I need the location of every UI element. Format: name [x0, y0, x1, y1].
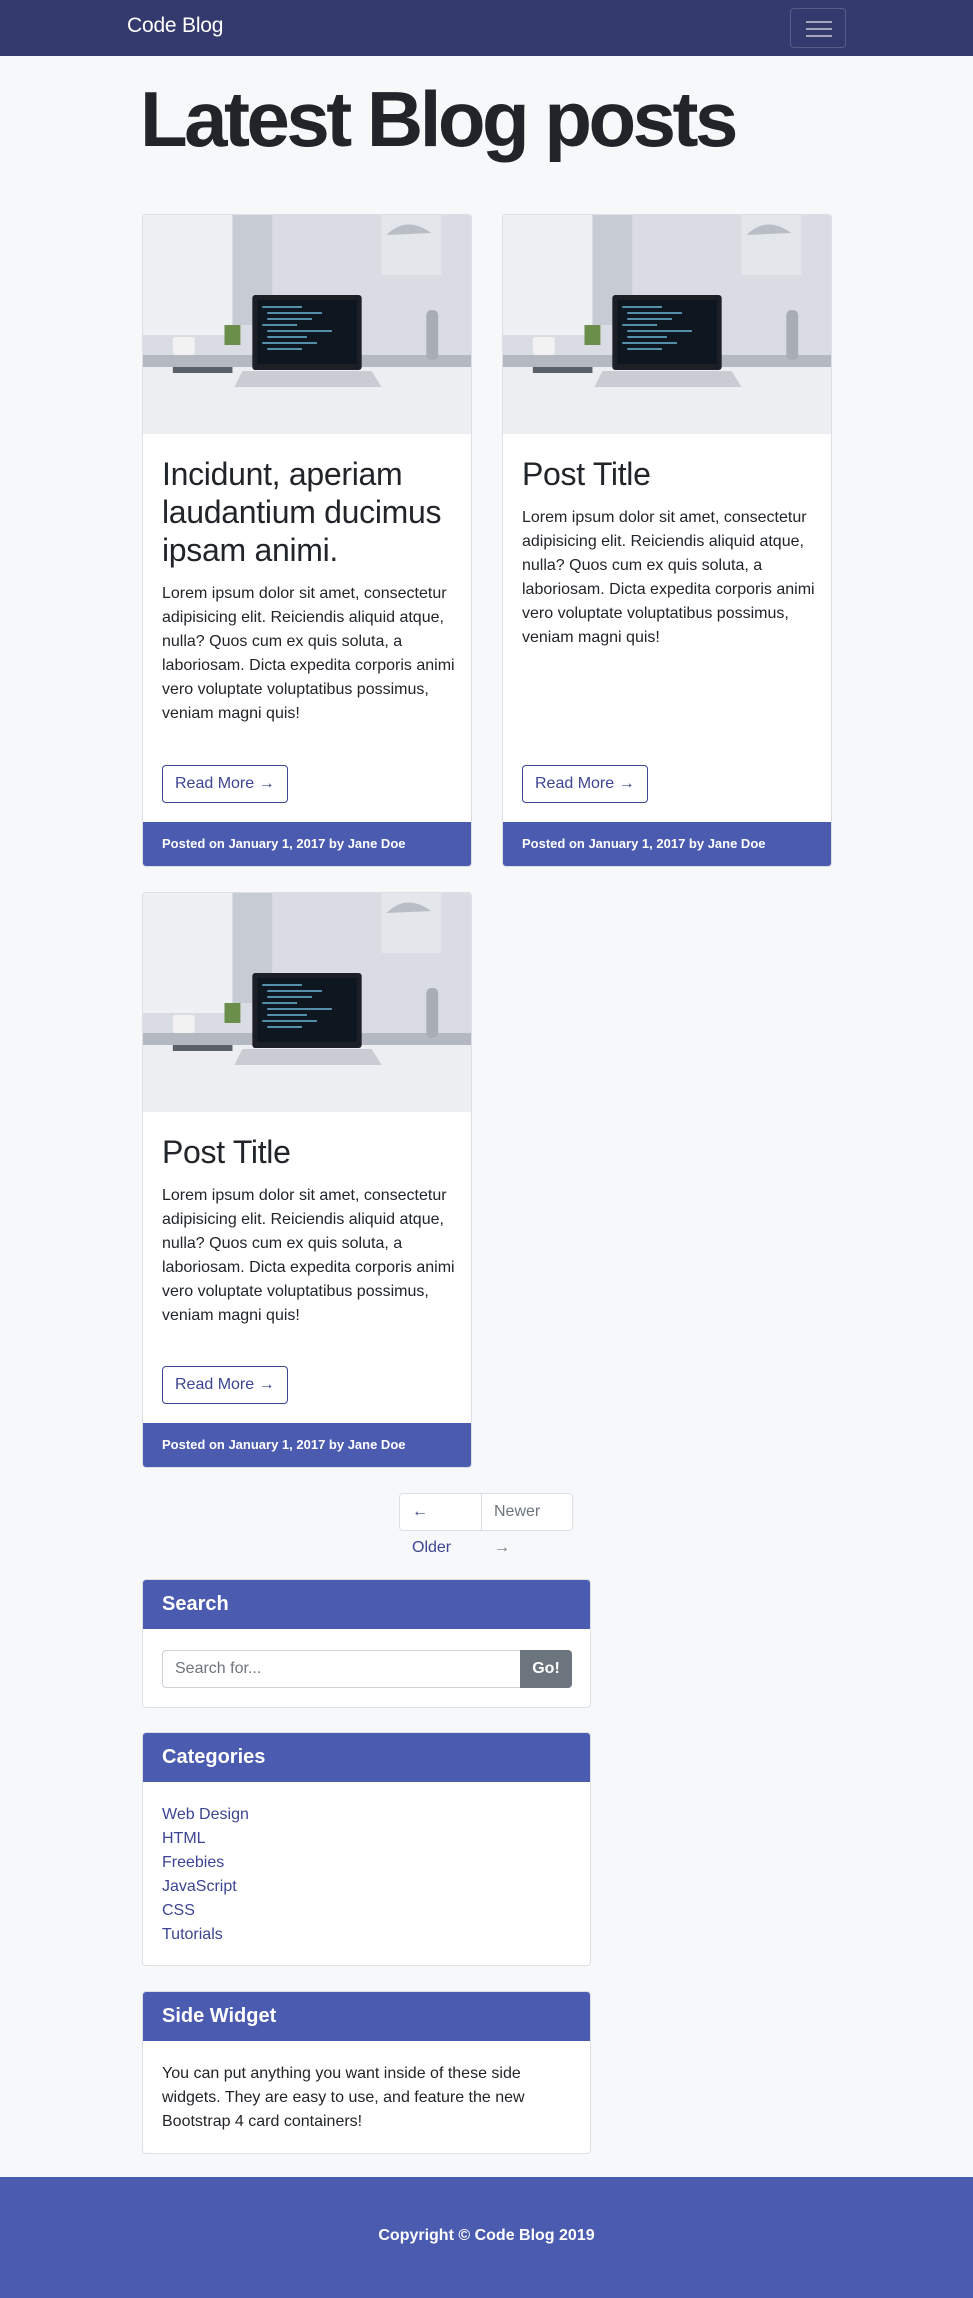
post-card: Post Title Lorem ipsum dolor sit amet, c…: [502, 214, 832, 867]
brand-link[interactable]: Code Blog: [127, 14, 223, 38]
categories-widget-title: Categories: [143, 1733, 590, 1782]
category-link[interactable]: JavaScript: [162, 1875, 249, 1899]
post-image: [143, 893, 471, 1112]
post-title[interactable]: Post Title: [162, 1133, 462, 1171]
post-meta: Posted on January 1, 2017 by Jane Doe: [503, 822, 831, 866]
older-page-link[interactable]: ← Older: [400, 1494, 482, 1556]
category-list: Web Design HTML Freebies JavaScript CSS …: [162, 1803, 249, 1947]
read-more-button[interactable]: Read More →: [162, 765, 288, 803]
search-form: Search for... Go!: [162, 1650, 572, 1688]
menu-toggle-button[interactable]: [790, 8, 846, 48]
laptop-photo-image: [143, 215, 471, 434]
post-excerpt: Lorem ipsum dolor sit amet, consectetur …: [162, 1187, 455, 1324]
page-title: Latest Blog posts: [140, 75, 738, 163]
side-widget: Side Widget You can put anything you wan…: [142, 1991, 591, 2154]
post-card: Incidunt, aperiam laudantium ducimus ips…: [142, 214, 472, 867]
categories-widget: Categories Web Design HTML Freebies Java…: [142, 1732, 591, 1966]
search-go-button[interactable]: Go!: [520, 1650, 572, 1688]
post-excerpt: Lorem ipsum dolor sit amet, consectetur …: [162, 585, 455, 722]
post-image: [503, 215, 831, 434]
pagination: ← Older Newer →: [399, 1493, 573, 1556]
navbar: Code Blog: [0, 0, 973, 56]
search-input[interactable]: Search for...: [162, 1650, 520, 1688]
side-widget-title: Side Widget: [143, 1992, 590, 2041]
category-link[interactable]: Tutorials: [162, 1923, 249, 1947]
category-link[interactable]: Freebies: [162, 1851, 249, 1875]
read-more-button[interactable]: Read More →: [162, 1366, 288, 1404]
category-link[interactable]: CSS: [162, 1899, 249, 1923]
post-image: [143, 215, 471, 434]
laptop-photo-image: [143, 893, 471, 1112]
post-title[interactable]: Post Title: [522, 455, 822, 493]
category-link[interactable]: Web Design: [162, 1803, 249, 1827]
search-widget: Search Search for... Go!: [142, 1579, 591, 1708]
laptop-photo-image: [503, 215, 831, 434]
post-meta: Posted on January 1, 2017 by Jane Doe: [143, 822, 471, 866]
read-more-button[interactable]: Read More →: [522, 765, 648, 803]
hamburger-icon: [806, 21, 832, 23]
post-card: Post Title Lorem ipsum dolor sit amet, c…: [142, 892, 472, 1468]
side-widget-text: You can put anything you want inside of …: [162, 2065, 525, 2130]
search-widget-title: Search: [143, 1580, 590, 1629]
post-title[interactable]: Incidunt, aperiam laudantium ducimus ips…: [162, 455, 462, 569]
category-link[interactable]: HTML: [162, 1827, 249, 1851]
copyright-text: Copyright © Code Blog 2019: [378, 2227, 595, 2244]
post-excerpt: Lorem ipsum dolor sit amet, consectetur …: [522, 509, 815, 646]
newer-page-link[interactable]: Newer →: [482, 1494, 572, 1556]
post-meta: Posted on January 1, 2017 by Jane Doe: [143, 1423, 471, 1467]
site-footer: Copyright © Code Blog 2019: [0, 2177, 973, 2298]
